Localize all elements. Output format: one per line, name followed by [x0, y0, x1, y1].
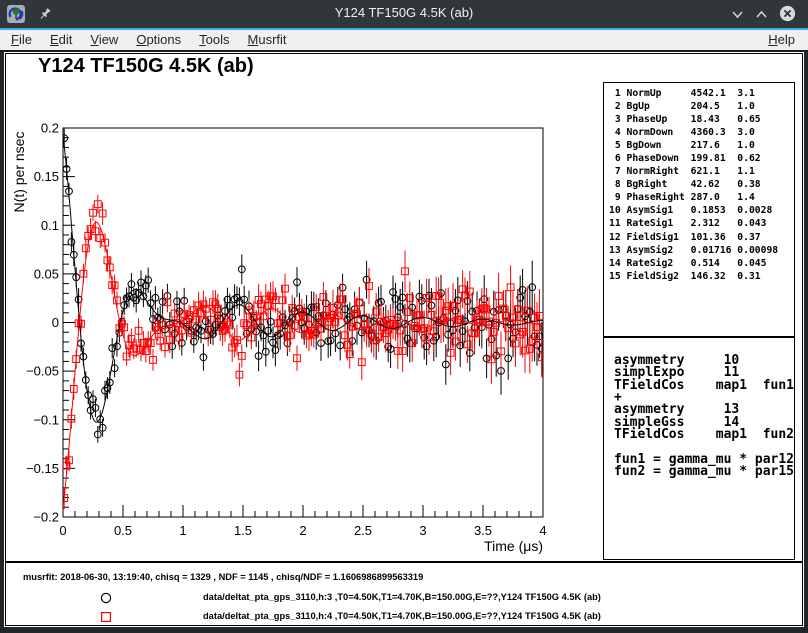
legend-text: data/deltat_pta_gps_3110,h:4 ,T0=4.50K,T…: [203, 611, 601, 621]
svg-text:Time (μs): Time (μs): [484, 538, 543, 554]
svg-text:0.05: 0.05: [34, 266, 59, 281]
menu-help[interactable]: Help: [759, 30, 804, 50]
legend-text: data/deltat_pta_gps_3110,h:3 ,T0=4.50K,T…: [203, 592, 601, 602]
menubar-items: FileEditViewOptionsToolsMusrfit: [2, 30, 296, 50]
window-title: Y124 TF150G 4.5K (ab): [335, 5, 474, 20]
svg-text:4: 4: [539, 523, 546, 538]
root-app-icon: [7, 5, 25, 28]
fit-parameters-box[interactable]: 1 NormUp 4542.1 3.1 2 BgUp 204.5 1.0 3 P…: [603, 82, 795, 337]
plot-title: Y124 TF150G 4.5K (ab): [38, 55, 254, 78]
svg-text:2.5: 2.5: [354, 523, 372, 538]
pin-icon[interactable]: [38, 7, 52, 26]
svg-text:0.15: 0.15: [34, 169, 59, 184]
svg-text:−0.05: −0.05: [26, 364, 59, 379]
menu-view[interactable]: View: [81, 30, 127, 50]
square-marker-icon: [99, 610, 113, 629]
svg-text:−0.1: −0.1: [33, 412, 59, 427]
fit-status-line: musrfit: 2018-06-30, 13:19:40, chisq = 1…: [23, 572, 423, 582]
root-canvas[interactable]: −0.2 −0.15 −0.1 −0.05 0 0.05 0.1 0.15 0.2 0 0.5 1 1.…: [4, 52, 804, 627]
svg-text:0.1: 0.1: [41, 218, 59, 233]
svg-text:3.5: 3.5: [474, 523, 492, 538]
menubar: FileEditViewOptionsToolsMusrfit Help: [0, 30, 808, 52]
svg-text:0: 0: [52, 315, 59, 330]
menu-options[interactable]: Options: [127, 30, 190, 50]
titlebar[interactable]: Y124 TF150G 4.5K (ab): [0, 0, 808, 28]
svg-text:0: 0: [59, 523, 66, 538]
svg-text:1.5: 1.5: [234, 523, 252, 538]
svg-text:3: 3: [419, 523, 426, 538]
menu-musrfit[interactable]: Musrfit: [239, 30, 296, 50]
maximize-button[interactable]: [755, 8, 768, 26]
menu-file[interactable]: File: [2, 30, 41, 50]
menu-tools[interactable]: Tools: [190, 30, 238, 50]
svg-text:2: 2: [299, 523, 306, 538]
svg-text:−0.15: −0.15: [26, 461, 59, 476]
minimize-button[interactable]: [731, 8, 744, 26]
svg-text:1: 1: [179, 523, 186, 538]
close-button[interactable]: [779, 5, 796, 27]
svg-text:0.5: 0.5: [114, 523, 132, 538]
svg-text:N(t) per nsec: N(t) per nsec: [11, 132, 27, 213]
info-pad[interactable]: musrfit: 2018-06-30, 13:19:40, chisq = 1…: [5, 562, 803, 626]
app-window: Y124 TF150G 4.5K (ab) FileEditViewOption…: [0, 0, 808, 633]
svg-text:−0.2: −0.2: [33, 510, 59, 525]
theory-box[interactable]: asymmetry 10 simplExpo 11 TFieldCos map1…: [603, 337, 795, 560]
legend-row-2: data/deltat_pta_gps_3110,h:4 ,T0=4.50K,T…: [6, 608, 802, 626]
svg-text:0.2: 0.2: [41, 121, 59, 136]
plot-pad[interactable]: −0.2 −0.15 −0.1 −0.05 0 0.05 0.1 0.15 0.2 0 0.5 1 1.…: [5, 53, 803, 562]
menubar-help: Help: [759, 30, 804, 50]
legend-row-1: data/deltat_pta_gps_3110,h:3 ,T0=4.50K,T…: [6, 589, 802, 607]
menu-edit[interactable]: Edit: [41, 30, 81, 50]
